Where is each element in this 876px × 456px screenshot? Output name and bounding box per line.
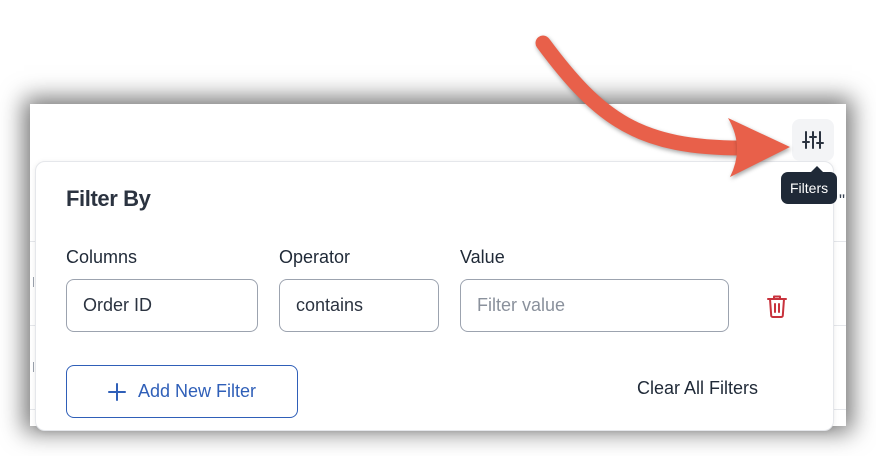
add-new-filter-button[interactable]: Add New Filter [66,365,298,418]
filter-value-input[interactable] [477,295,712,316]
column-select[interactable]: Order ID [66,279,258,332]
filter-popover: Filter By Columns Operator Value Order I… [35,161,834,431]
value-label: Value [460,247,505,267]
clear-all-filters-button[interactable]: Clear All Filters [637,378,758,399]
filters-tooltip: Filters [781,172,838,204]
column-select-value: Order ID [83,295,153,315]
add-new-filter-label: Add New Filter [137,381,257,401]
table-cell-fragment [30,362,34,372]
operator-label: Operator [279,247,351,267]
delete-filter-button[interactable] [764,292,790,320]
operator-select[interactable]: contains [279,279,439,332]
filter-value-field[interactable] [460,279,729,332]
operator-select-value: contains [296,295,364,315]
plus-icon [107,382,126,401]
clipped-header-glyph: ʺ [839,191,846,210]
filters-button[interactable] [792,119,834,161]
trash-icon [767,295,787,318]
table-cell-fragment [30,277,34,287]
popover-title: Filter By [66,186,151,211]
sliders-icon [802,131,824,149]
columns-label: Columns [66,247,138,267]
